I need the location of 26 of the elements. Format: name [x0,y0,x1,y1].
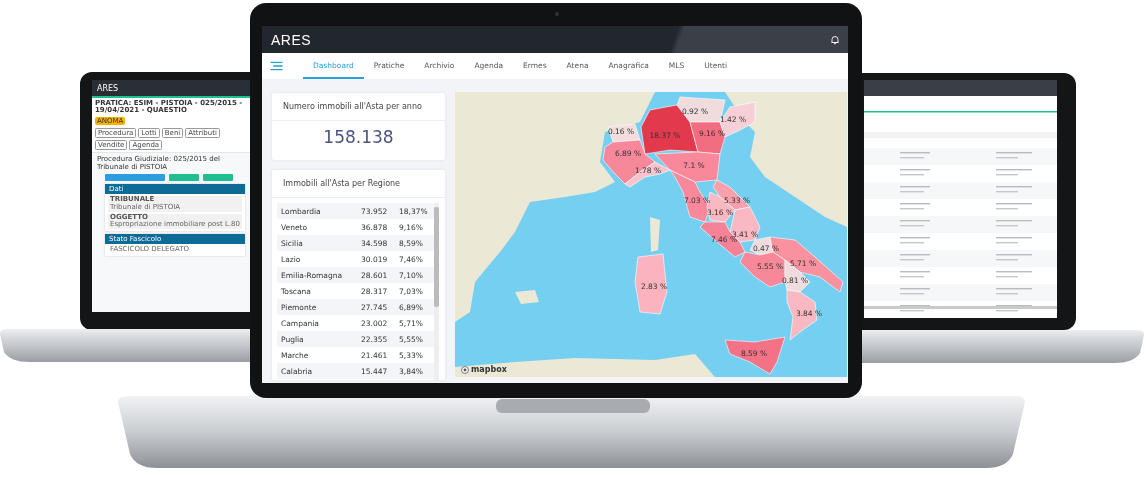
card-title: Immobili all'Asta per Regione [272,170,445,198]
map-attribution: mapbox [471,365,507,374]
island-shape [515,290,539,304]
menu-icon[interactable] [270,61,283,71]
app-logo: ARES [97,83,119,93]
card-title: Numero immobili all'Asta per anno [272,93,445,121]
action-button[interactable] [105,174,165,182]
camera-icon [555,12,559,16]
island-shape [650,217,660,252]
region-shape[interactable] [624,161,671,188]
region-shape[interactable] [699,221,746,258]
action-button[interactable] [203,174,233,182]
region-shape[interactable] [689,121,726,155]
region-shape[interactable] [634,253,668,315]
notification-bell-icon[interactable] [830,34,840,45]
total-count: 158.138 [322,126,395,149]
region-shape[interactable] [724,336,786,375]
logo-icon [461,365,469,374]
region-shape[interactable] [640,104,699,155]
region-shape[interactable] [654,151,721,183]
action-button[interactable] [169,174,199,182]
region-shape[interactable] [784,259,811,293]
region-shape[interactable] [602,139,656,185]
scrollbar[interactable] [434,203,439,380]
app-logo: ARES [271,31,312,48]
region-shape[interactable] [719,101,756,138]
